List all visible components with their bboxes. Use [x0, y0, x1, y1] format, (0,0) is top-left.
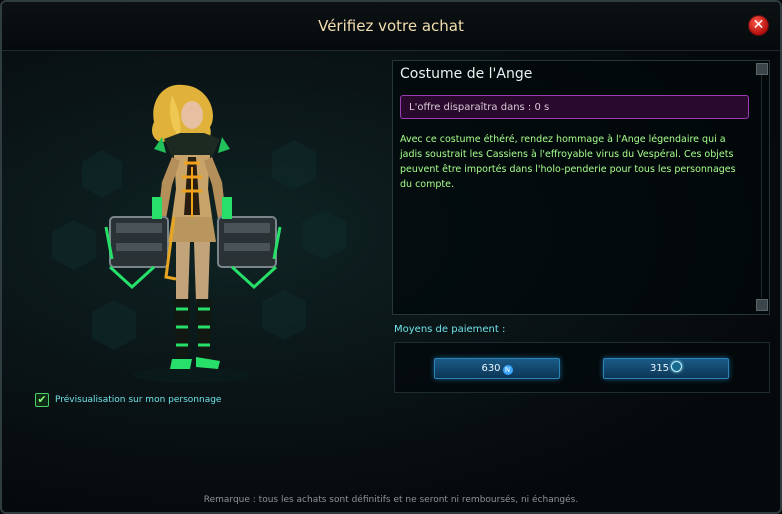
scroll-down-button[interactable] — [756, 299, 768, 311]
ncoin-icon: N — [502, 365, 513, 375]
character-preview-image — [104, 84, 282, 383]
title-bar: Vérifiez votre achat ✕ — [2, 2, 780, 51]
scroll-up-button[interactable] — [756, 63, 768, 75]
payment-methods-label: Moyens de paiement : — [394, 324, 506, 335]
preview-checkbox[interactable]: ✔ — [35, 393, 49, 407]
pay-with-ncoin-button[interactable]: 630 N — [434, 358, 560, 379]
dialog-title: Vérifiez votre achat — [318, 17, 464, 35]
pay-with-omnibit-button[interactable]: 315 — [603, 358, 729, 379]
item-description: Avec ce costume éthéré, rendez hommage à… — [400, 134, 736, 190]
omnibit-icon — [671, 361, 683, 372]
item-details-panel: Costume de l'Ange L'offre disparaîtra da… — [392, 60, 770, 315]
purchase-dialog: Vérifiez votre achat ✕ ✔ Prévisualisatio… — [0, 0, 782, 514]
preview-label: Prévisualisation sur mon personnage — [55, 395, 222, 405]
omnibit-price: 315 — [649, 363, 670, 374]
offer-timer: L'offre disparaîtra dans : 0 s — [400, 95, 749, 119]
footer-note: Remarque : tous les achats sont définiti… — [203, 495, 579, 505]
close-icon[interactable]: ✕ — [748, 15, 769, 36]
payment-options-panel: 630 N 315 — [394, 342, 770, 393]
item-name: Costume de l'Ange — [400, 66, 533, 82]
scrollbar-track[interactable] — [761, 75, 762, 298]
ncoin-price: 630 — [481, 363, 501, 374]
